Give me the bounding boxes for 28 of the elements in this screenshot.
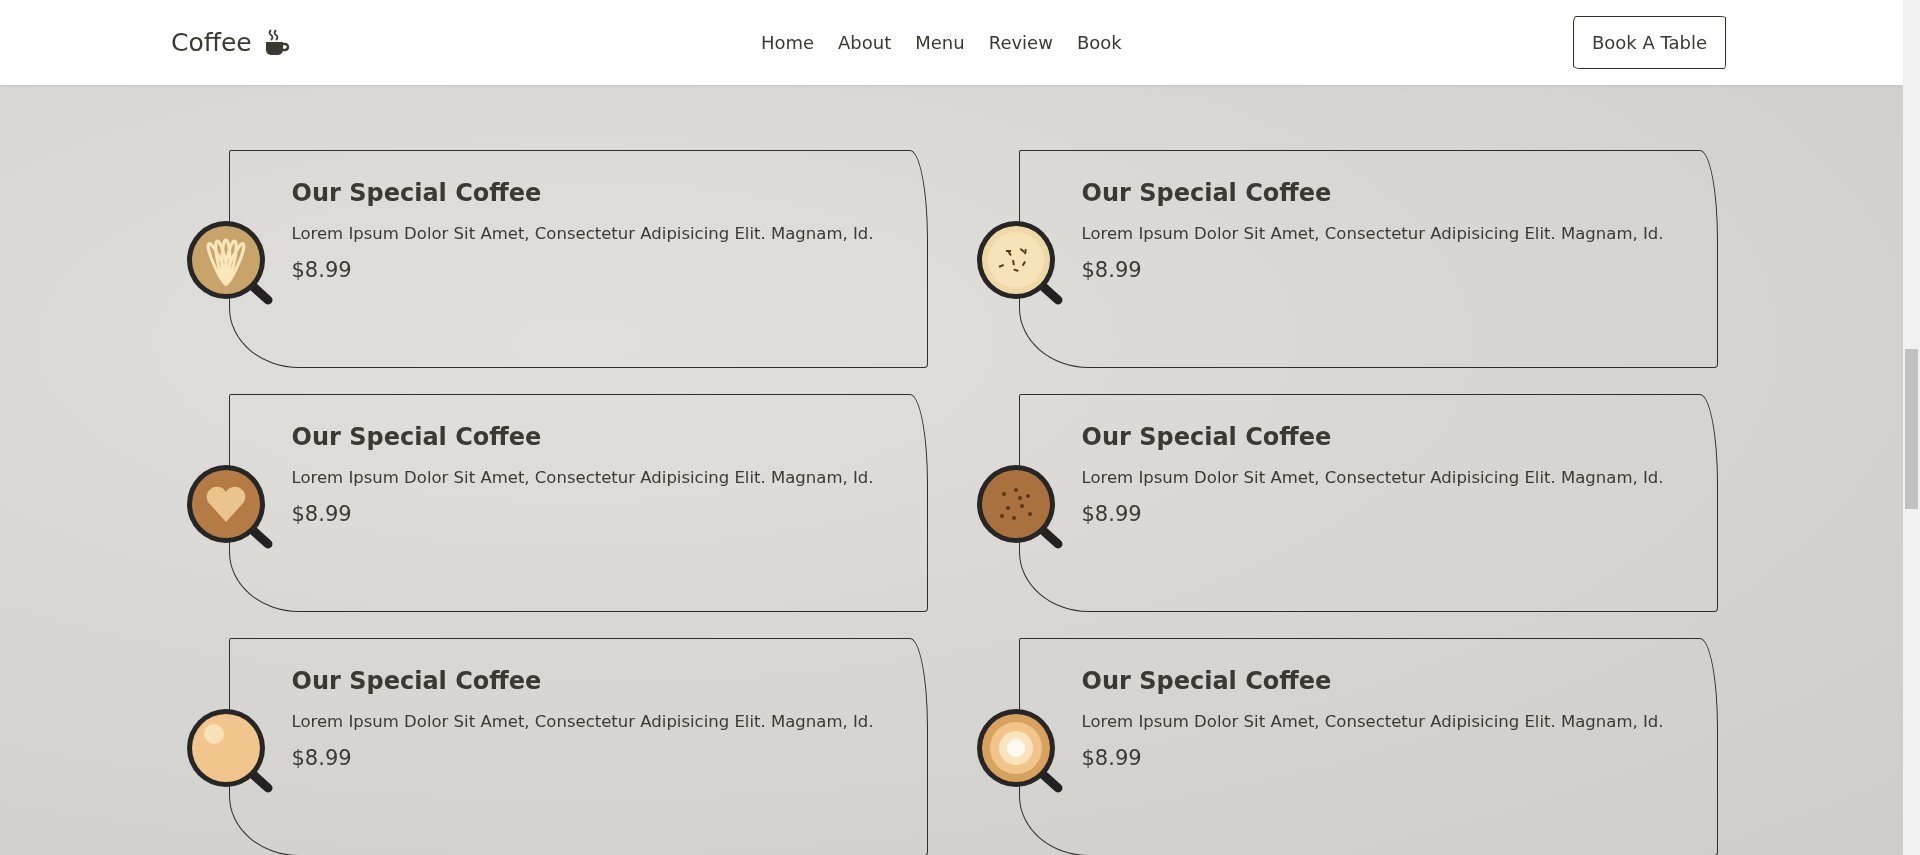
item-price: $8.99	[291, 502, 353, 526]
book-table-button[interactable]: Book A Table	[1572, 16, 1726, 69]
item-description: Lorem Ipsum Dolor Sit Amet, Consectetur Adipisicing Elit. Magnam, Id.	[291, 467, 875, 489]
logo-text: Coffee	[171, 28, 252, 57]
nav-link[interactable]: Menu	[915, 32, 965, 53]
scrollbar[interactable]	[1903, 0, 1920, 855]
item-title: Our Special Coffee	[291, 179, 543, 207]
item-description: Lorem Ipsum Dolor Sit Amet, Consectetur Adipisicing Elit. Magnam, Id.	[1081, 223, 1665, 245]
nav-link[interactable]: Book	[1076, 32, 1122, 53]
item-description: Lorem Ipsum Dolor Sit Amet, Consectetur Adipisicing Elit. Magnam, Id.	[291, 223, 875, 245]
item-price: $8.99	[1081, 502, 1143, 526]
item-price: $8.99	[291, 258, 353, 282]
item-description: Lorem Ipsum Dolor Sit Amet, Consectetur Adipisicing Elit. Magnam, Id.	[1081, 711, 1665, 733]
nav-link[interactable]: About	[838, 32, 892, 53]
scrollbar-thumb[interactable]	[1905, 349, 1918, 509]
item-title: Our Special Coffee	[291, 667, 543, 695]
item-title: Our Special Coffee	[1081, 423, 1333, 451]
nav-link[interactable]: Home	[760, 32, 815, 53]
item-price: $8.99	[1081, 258, 1143, 282]
item-price: $8.99	[291, 746, 353, 770]
item-title: Our Special Coffee	[291, 423, 543, 451]
item-title: Our Special Coffee	[1081, 179, 1333, 207]
item-description: Lorem Ipsum Dolor Sit Amet, Consectetur Adipisicing Elit. Magnam, Id.	[1081, 467, 1665, 489]
item-description: Lorem Ipsum Dolor Sit Amet, Consectetur Adipisicing Elit. Magnam, Id.	[291, 711, 875, 733]
coffee-mug-icon	[263, 28, 290, 57]
item-price: $8.99	[1081, 746, 1143, 770]
item-title: Our Special Coffee	[1081, 667, 1333, 695]
nav-link[interactable]: Review	[988, 32, 1053, 53]
